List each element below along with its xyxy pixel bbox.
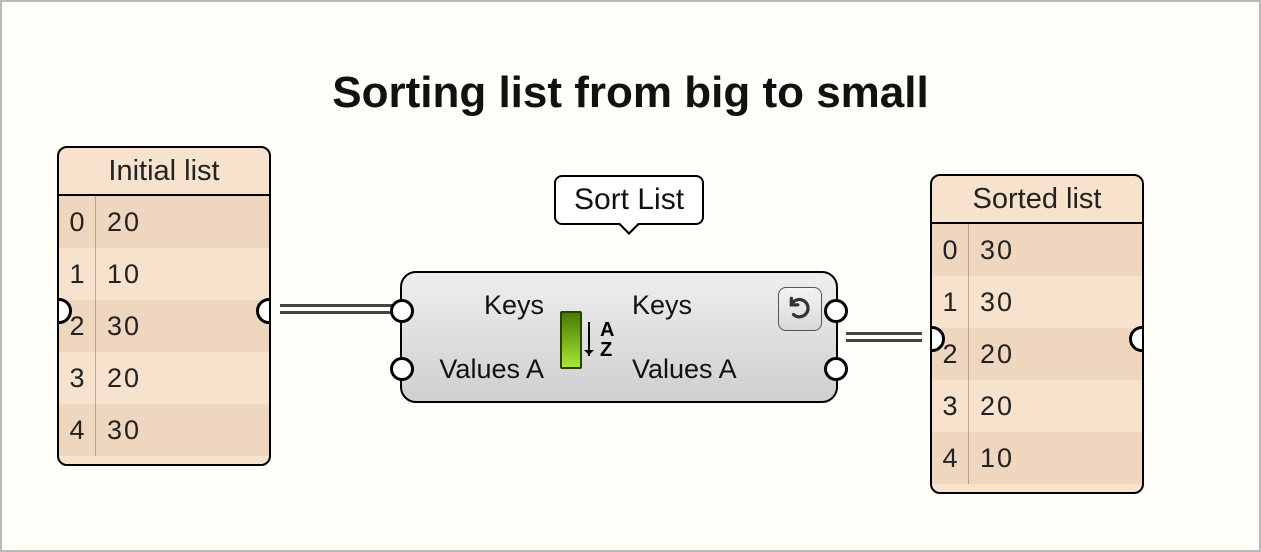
list-item: 220 — [932, 328, 1142, 380]
sort-list-component[interactable]: Keys Values A Keys Values A A Z — [400, 271, 838, 403]
output-ports: Keys Values A — [632, 273, 762, 401]
list-item: 110 — [59, 248, 269, 300]
panel-initial-header: Initial list — [59, 148, 269, 196]
list-item: 320 — [932, 380, 1142, 432]
canvas: Sorting list from big to small Initial l… — [0, 0, 1261, 552]
panel-sorted-list[interactable]: Sorted list 030 130 220 320 410 — [930, 174, 1144, 494]
wire-component-to-sorted — [846, 332, 922, 342]
list-item: 410 — [932, 432, 1142, 484]
list-item: 020 — [59, 196, 269, 248]
input-port-values[interactable]: Values A — [424, 349, 544, 389]
list-item: 130 — [932, 276, 1142, 328]
component-tooltip: Sort List — [554, 175, 704, 225]
undo-icon — [787, 294, 813, 325]
component-grip[interactable] — [390, 299, 414, 323]
component-grip[interactable] — [390, 357, 414, 381]
list-item: 430 — [59, 404, 269, 456]
panel-initial-body: 020 110 230 320 430 — [59, 196, 269, 456]
list-item: 320 — [59, 352, 269, 404]
list-item: 030 — [932, 224, 1142, 276]
panel-sorted-body: 030 130 220 320 410 — [932, 224, 1142, 484]
component-grip[interactable] — [824, 357, 848, 381]
input-port-keys[interactable]: Keys — [424, 285, 544, 325]
diagram-title: Sorting list from big to small — [2, 68, 1259, 118]
list-item: 230 — [59, 300, 269, 352]
wire-initial-to-component — [280, 304, 392, 314]
panel-initial-list[interactable]: Initial list 020 110 230 320 430 — [57, 146, 271, 466]
component-grip[interactable] — [824, 299, 848, 323]
panel-sorted-header: Sorted list — [932, 176, 1142, 224]
input-ports: Keys Values A — [424, 273, 544, 401]
reverse-button[interactable] — [778, 287, 822, 331]
output-port-keys[interactable]: Keys — [632, 285, 762, 325]
sort-az-icon: A Z — [560, 311, 614, 369]
output-port-values[interactable]: Values A — [632, 349, 762, 389]
